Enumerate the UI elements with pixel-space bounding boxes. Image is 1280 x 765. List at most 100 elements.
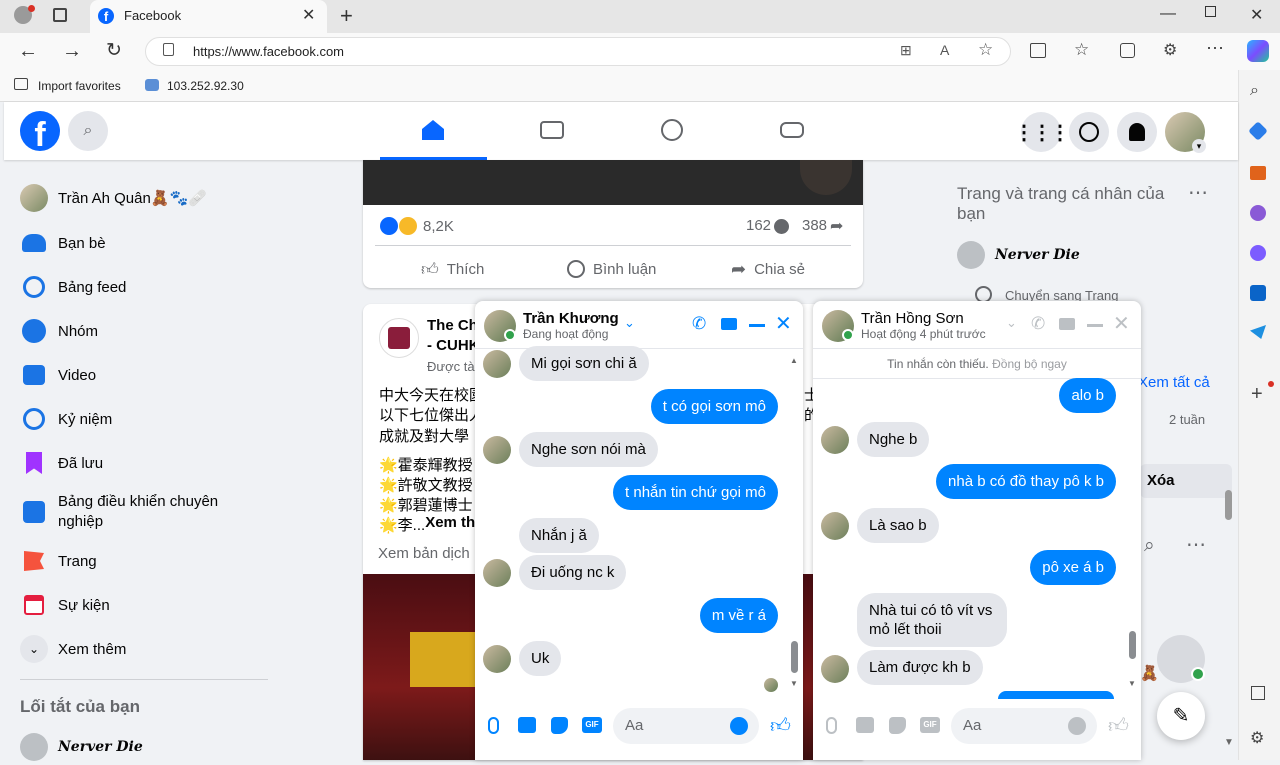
- sidebar-item-see-more[interactable]: ⌄ Xem thêm: [20, 631, 126, 667]
- sticker-icon[interactable]: [889, 717, 906, 734]
- app-available-icon[interactable]: ⊞: [900, 42, 912, 59]
- minimize-chat-icon[interactable]: [749, 324, 765, 327]
- copilot-icon[interactable]: [1247, 40, 1269, 62]
- chat-contact-name[interactable]: Trần Khương: [523, 310, 619, 327]
- collections-icon[interactable]: [1120, 43, 1135, 58]
- extensions-icon[interactable]: ⚙: [1163, 40, 1177, 60]
- new-tab-icon[interactable]: +: [340, 3, 353, 29]
- message-bubble[interactable]: Là sao b: [857, 508, 939, 543]
- sidebar-item-memories[interactable]: Kỷ niệm: [20, 401, 112, 437]
- nav-home-tab[interactable]: [377, 102, 489, 158]
- sidebar-profile[interactable]: Trần Ah Quân 🧸🐾🩹: [20, 180, 207, 216]
- favorite-star-icon[interactable]: ☆: [978, 40, 993, 60]
- tab-actions-icon[interactable]: [53, 8, 67, 22]
- scroll-down-icon[interactable]: ▼: [1224, 737, 1234, 748]
- url-field[interactable]: https://www.facebook.com ⊞ A ☆: [145, 37, 1011, 66]
- page-scrollbar[interactable]: [1225, 490, 1232, 520]
- search-icon[interactable]: ⌕: [1250, 82, 1259, 100]
- forward-icon[interactable]: →: [62, 40, 82, 63]
- tools-icon[interactable]: [1250, 166, 1266, 180]
- chevron-down-icon[interactable]: ⌄: [1006, 315, 1017, 331]
- message-bubble[interactable]: Nhà tui có tô vít vs mỏ lết thoii: [857, 593, 1007, 647]
- like-send-icon[interactable]: 👍︎: [770, 714, 791, 738]
- like-send-icon[interactable]: 👍︎: [1108, 714, 1129, 738]
- restore-window-icon[interactable]: [1205, 6, 1216, 17]
- chevron-down-icon[interactable]: ▾: [1192, 139, 1206, 153]
- post-author-line2[interactable]: - CUHK: [427, 337, 480, 354]
- video-call-icon[interactable]: [721, 318, 737, 330]
- sync-now-link[interactable]: Đồng bộ ngay: [992, 357, 1067, 371]
- minimize-chat-icon[interactable]: [1087, 324, 1103, 327]
- message-bubble[interactable]: Uk: [519, 641, 562, 676]
- notifications-button[interactable]: [1117, 112, 1157, 152]
- refresh-icon[interactable]: ↻: [106, 39, 122, 62]
- close-window-icon[interactable]: ✕: [1250, 5, 1263, 25]
- microphone-icon[interactable]: [488, 717, 499, 734]
- message-input[interactable]: Aa: [613, 708, 759, 744]
- voice-call-icon[interactable]: ✆: [692, 314, 706, 334]
- minimize-window-icon[interactable]: —: [1160, 5, 1176, 23]
- read-aloud-icon[interactable]: A: [940, 42, 949, 58]
- sidebar-item-events[interactable]: Sự kiện: [20, 587, 110, 623]
- message-bubble[interactable]: Nhắn j ă: [519, 518, 599, 553]
- message-bubble[interactable]: Nghe sơn nói mà: [519, 432, 658, 467]
- add-sidebar-icon[interactable]: +: [1251, 383, 1263, 406]
- see-translation-link[interactable]: Xem bản dịch: [378, 545, 470, 562]
- close-tab-icon[interactable]: ✕: [302, 5, 315, 25]
- nav-video-tab[interactable]: [496, 102, 608, 158]
- sidebar-item-saved[interactable]: Đã lưu: [20, 445, 103, 481]
- sidebar-item-feed[interactable]: Bảng feed: [20, 269, 126, 305]
- new-message-button[interactable]: ✎: [1157, 692, 1205, 740]
- reaction-count[interactable]: 8,2K: [423, 218, 454, 235]
- share-button[interactable]: ➦ Chia sẻ: [731, 258, 805, 280]
- search-contacts-icon[interactable]: ⌕: [1144, 535, 1155, 557]
- sidebar-item-video[interactable]: Video: [20, 357, 96, 393]
- chat-scrollbar[interactable]: [1129, 631, 1136, 659]
- facebook-logo-icon[interactable]: f: [20, 111, 60, 151]
- outlook-icon[interactable]: [1250, 285, 1266, 301]
- message-bubble[interactable]: Làm được kh b: [857, 650, 983, 685]
- message-input[interactable]: Aa: [951, 708, 1097, 744]
- message-bubble[interactable]: alo b: [1059, 378, 1116, 413]
- sidebar-item-dashboard[interactable]: Bảng điều khiển chuyên nghiệp: [20, 492, 238, 534]
- video-call-icon[interactable]: [1059, 318, 1075, 330]
- games-icon[interactable]: [1250, 205, 1266, 221]
- scroll-down-icon[interactable]: ▼: [790, 679, 798, 688]
- message-bubble[interactable]: t có gọi sơn mô: [650, 389, 778, 424]
- chevron-down-icon[interactable]: ⌄: [624, 315, 635, 331]
- page-avatar[interactable]: [379, 318, 419, 358]
- gif-icon[interactable]: GIF: [582, 717, 602, 733]
- like-button[interactable]: 👍︎ Thích: [421, 258, 484, 280]
- import-favorites-link[interactable]: Import favorites: [38, 79, 121, 93]
- messenger-button[interactable]: [1069, 112, 1109, 152]
- more-options-icon[interactable]: ⋯: [1188, 180, 1208, 205]
- ip-favorite-link[interactable]: 103.252.92.30: [167, 79, 244, 93]
- photo-icon[interactable]: [856, 717, 874, 733]
- settings-icon[interactable]: ⚙: [1250, 728, 1264, 748]
- sidebar-item-groups[interactable]: Nhóm: [20, 313, 98, 349]
- more-menu-icon[interactable]: ⋯: [1206, 38, 1224, 59]
- message-bubble[interactable]: nhà b có đồ thay pô k b: [936, 464, 1116, 499]
- photo-icon[interactable]: [518, 717, 536, 733]
- delete-button[interactable]: Xóa: [1140, 464, 1232, 498]
- menu-button[interactable]: ⋮⋮⋮: [1014, 112, 1070, 152]
- copilot-sidebar-icon[interactable]: [1250, 245, 1266, 261]
- search-button[interactable]: ⌕: [68, 111, 108, 151]
- chat-scrollbar[interactable]: [791, 641, 798, 673]
- chat-contact-name[interactable]: Trần Hồng Sơn: [861, 310, 964, 327]
- sticker-icon[interactable]: [551, 717, 568, 734]
- more-options-icon[interactable]: ⋯: [1186, 532, 1206, 557]
- see-all-link[interactable]: Xem tất cả: [1138, 374, 1210, 391]
- back-icon[interactable]: ←: [18, 40, 38, 63]
- post-video[interactable]: [363, 160, 863, 205]
- message-bubble[interactable]: Đi uống nc k: [519, 555, 627, 590]
- expand-sidebar-icon[interactable]: [1251, 686, 1265, 700]
- nav-groups-tab[interactable]: [616, 102, 728, 158]
- see-more-link[interactable]: Xem th: [425, 514, 475, 535]
- emoji-icon[interactable]: [730, 717, 748, 735]
- gif-icon[interactable]: GIF: [920, 717, 940, 733]
- message-bubble[interactable]: pô xe á b: [1030, 550, 1116, 585]
- comment-count[interactable]: 162: [746, 217, 771, 234]
- scroll-up-icon[interactable]: ▲: [790, 356, 798, 365]
- page-item[interactable]: Nerver Die: [957, 241, 1080, 269]
